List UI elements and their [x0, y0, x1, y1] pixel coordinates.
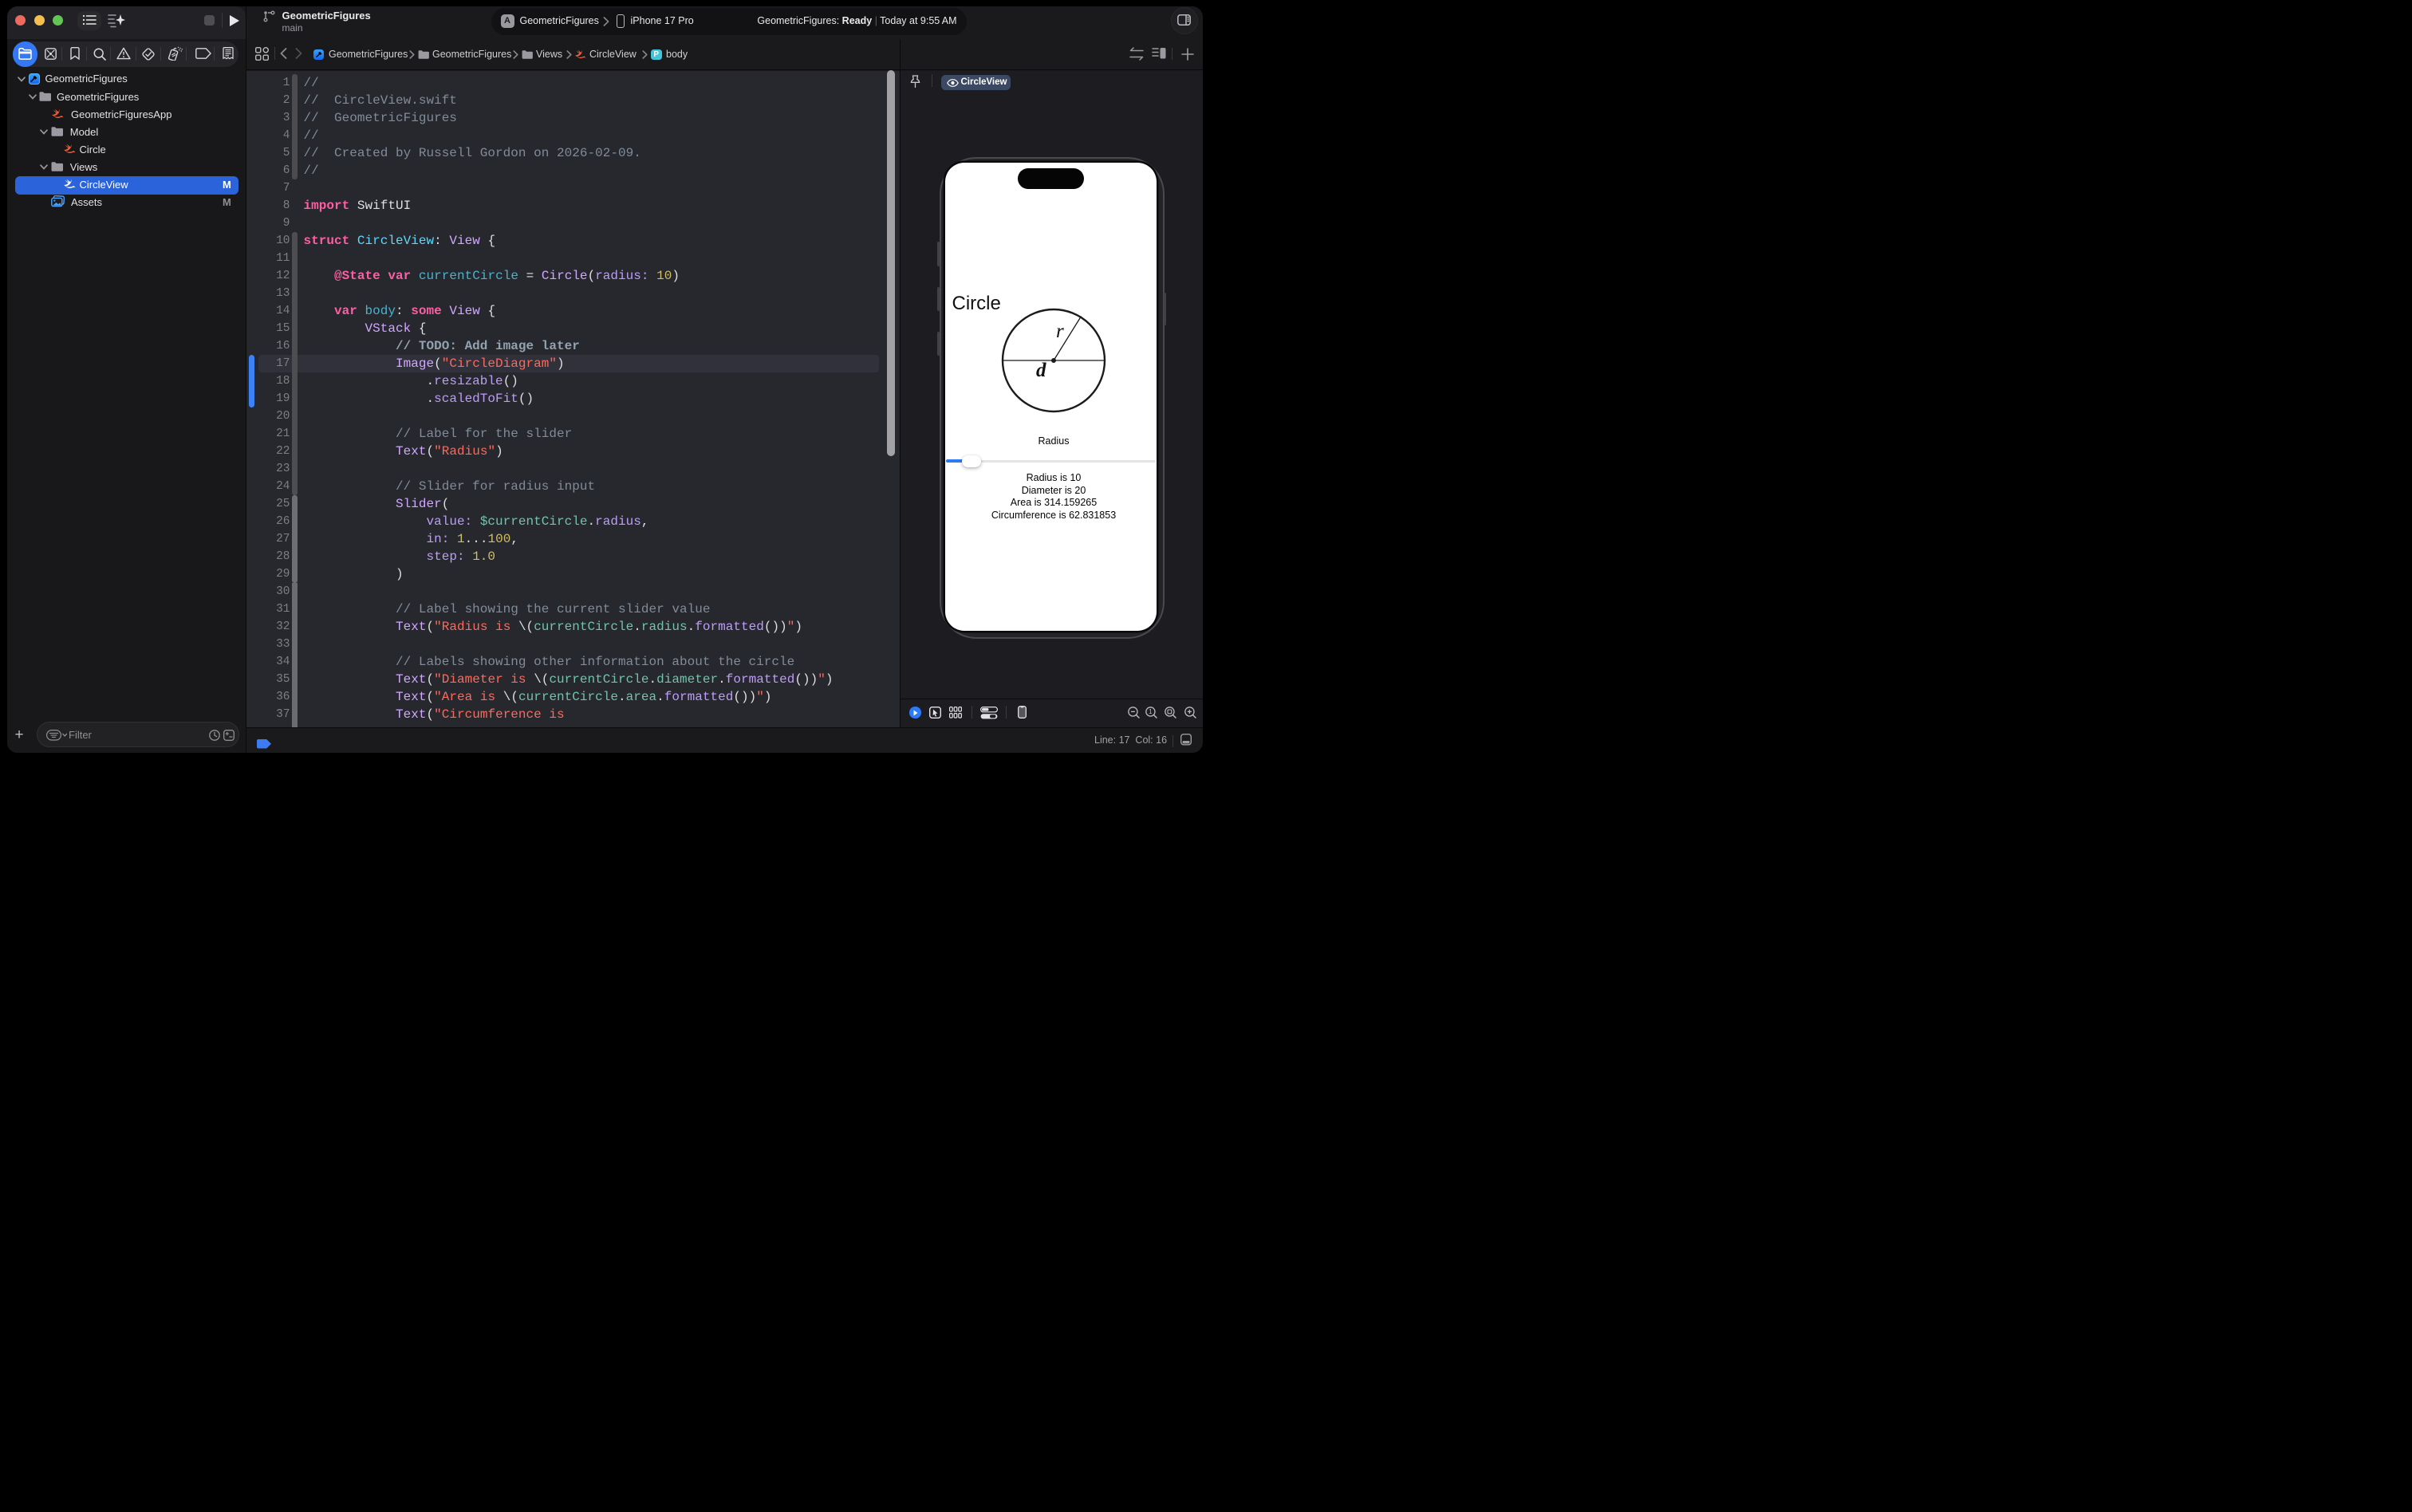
svg-text:1: 1 [1149, 708, 1153, 715]
